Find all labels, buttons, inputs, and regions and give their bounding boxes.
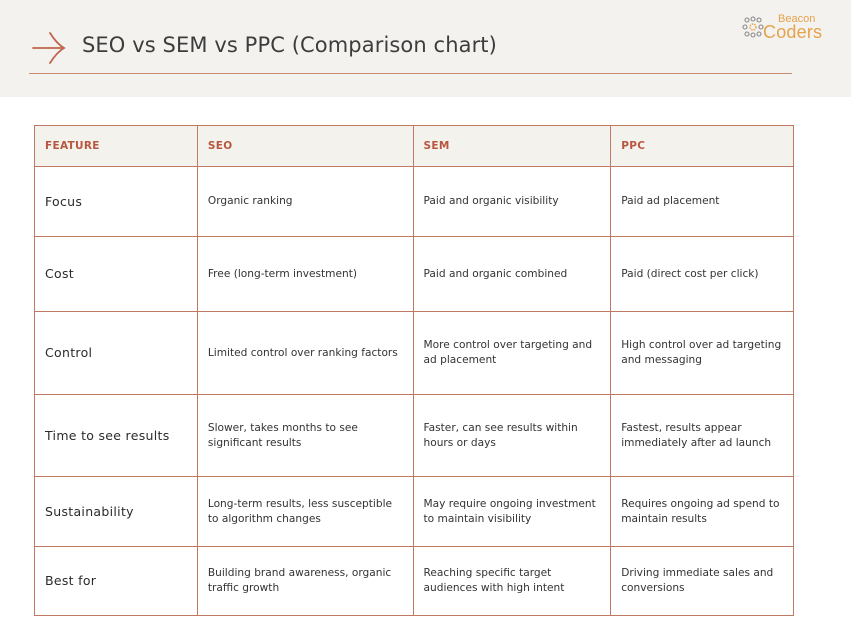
ppc-cell: High control over ad targeting and messa… [610,311,794,395]
seo-cell: Limited control over ranking factors [196,311,414,395]
table-row: Time to see results Slower, takes months… [34,394,794,477]
page-title: SEO vs SEM vs PPC (Comparison chart) [82,33,497,57]
title-divider [29,73,792,74]
feature-cell: Time to see results [34,394,198,477]
sem-cell: Reaching specific target audiences with … [412,546,612,616]
seo-cell: Building brand awareness, organic traffi… [196,546,414,616]
ppc-cell: Requires ongoing ad spend to maintain re… [610,476,794,547]
feature-cell: Sustainability [34,476,198,547]
table-row: Focus Organic ranking Paid and organic v… [34,166,794,237]
sem-cell: Paid and organic visibility [412,166,612,237]
feature-cell: Focus [34,166,198,237]
comparison-table-container: FEATURE SEO SEM PPC Focus Organic rankin… [34,125,794,616]
seo-cell: Long-term results, less susceptible to a… [196,476,414,547]
feature-cell: Control [34,311,198,395]
column-header-sem: SEM [412,125,612,167]
brand-logo: Beacon Coders [742,13,847,42]
seo-cell: Free (long-term investment) [196,236,414,312]
seo-cell: Organic ranking [196,166,414,237]
logo-text-bottom: Coders [763,22,823,42]
comparison-table: FEATURE SEO SEM PPC Focus Organic rankin… [34,125,794,616]
table-row: Cost Free (long-term investment) Paid an… [34,236,794,312]
table-row: Control Limited control over ranking fac… [34,311,794,395]
sem-cell: Faster, can see results within hours or … [412,394,612,477]
feature-cell: Cost [34,236,198,312]
column-header-feature: FEATURE [34,125,198,167]
table-header-row: FEATURE SEO SEM PPC [34,125,794,167]
arrow-right-icon [32,32,66,64]
sem-cell: May require ongoing investment to mainta… [412,476,612,547]
ppc-cell: Driving immediate sales and conversions [610,546,794,616]
ppc-cell: Paid (direct cost per click) [610,236,794,312]
sem-cell: More control over targeting and ad place… [412,311,612,395]
table-row: Sustainability Long-term results, less s… [34,476,794,547]
ppc-cell: Paid ad placement [610,166,794,237]
sem-cell: Paid and organic combined [412,236,612,312]
column-header-ppc: PPC [610,125,794,167]
header-banner: SEO vs SEM vs PPC (Comparison chart) Bea… [0,0,851,97]
seo-cell: Slower, takes months to see significant … [196,394,414,477]
ppc-cell: Fastest, results appear immediately afte… [610,394,794,477]
feature-cell: Best for [34,546,198,616]
column-header-seo: SEO [196,125,414,167]
table-row: Best for Building brand awareness, organ… [34,546,794,616]
logo-dots-icon [742,16,764,38]
